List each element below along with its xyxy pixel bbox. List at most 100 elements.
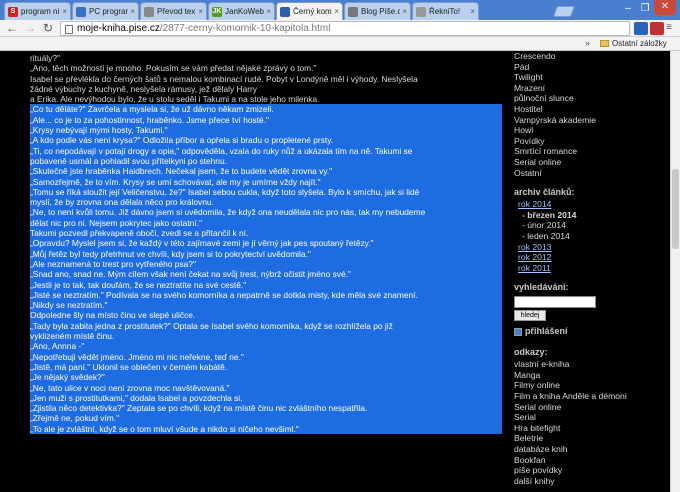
browser-tab[interactable]: ŘekniTo! × xyxy=(412,2,479,20)
story-line-selected: Takumi pozvedl překvapeně obočí, zvedl s… xyxy=(30,228,502,239)
url-path: /2877-cerny-komornik-10-kapitola.html xyxy=(159,23,331,34)
sidebar: Crescendo Pád Twilight Mrazení půlnoční slun… xyxy=(514,51,664,486)
search-input[interactable] xyxy=(514,296,596,309)
story-line-selected: „Snad ano, snad ne. Mým cílem však není … xyxy=(30,269,502,280)
external-link[interactable]: Serial xyxy=(514,412,664,423)
search-button[interactable]: hledej xyxy=(514,310,546,322)
search-heading: vyhledávání: xyxy=(514,282,569,293)
story-line-selected: „Nikdy se neztratím." xyxy=(30,300,502,311)
external-link[interactable]: vlastní e-kniha xyxy=(514,359,664,370)
tab-title: PC program xyxy=(89,7,129,16)
external-link[interactable]: Film a kniha Anděle a démoni xyxy=(514,391,664,402)
tab-close-icon[interactable]: × xyxy=(198,7,203,16)
external-link[interactable]: píše povídky xyxy=(514,465,664,476)
category-link[interactable]: Vampýrská akademie xyxy=(514,115,664,126)
story-line-selected: „Skutečně jste hraběnka Haidbrech. Neček… xyxy=(30,166,502,177)
category-link[interactable]: Hostitel xyxy=(514,104,664,115)
external-link[interactable]: další knihy xyxy=(514,476,664,487)
category-link[interactable]: půlnoční slunce xyxy=(514,93,664,104)
tab-favicon-icon xyxy=(76,6,86,17)
story-line-selected: „Jistě, má paní." Uklonil se oblečen v č… xyxy=(30,361,502,373)
category-link[interactable]: Mrazení xyxy=(514,83,664,94)
category-link[interactable]: Serial online xyxy=(514,157,664,168)
tab-strip: – ❐ ✕ Sprogram ni × PC program × Převod tex ×… xyxy=(0,0,680,20)
story-line: a Erika. Ale nevýhodou bylo, že u stolu … xyxy=(30,94,320,105)
story-line-selected: „Ti, co nepodávají v potají drogy a opia… xyxy=(30,145,502,156)
back-button[interactable]: ← xyxy=(4,21,20,36)
reload-button[interactable]: ↻ xyxy=(40,21,56,36)
close-window-button[interactable]: ✕ xyxy=(654,0,676,15)
external-link[interactable]: databáze knih xyxy=(514,444,664,455)
bookmarks-overflow[interactable]: » xyxy=(585,38,590,48)
new-tab-button[interactable] xyxy=(552,6,576,17)
story-line-selected: „Jen muži s prostitutkami," dodala Isabe… xyxy=(30,392,502,404)
archive-link[interactable]: - leden 2014 xyxy=(514,231,664,242)
story-line-selected: „A kdo podle vás není krysa?" Odložila p… xyxy=(30,135,502,146)
browser-tab[interactable]: JK JanKoWeb × xyxy=(208,2,275,20)
tab-close-icon[interactable]: × xyxy=(62,7,67,16)
archive-link[interactable]: rok 2013 xyxy=(514,242,664,253)
category-link[interactable]: Howl xyxy=(514,125,664,136)
category-link[interactable]: Crescendo xyxy=(514,51,664,62)
browser-tab[interactable]: Blog Píše.c × xyxy=(344,2,411,20)
login-link[interactable]: přihlášení xyxy=(514,325,664,338)
other-bookmarks-folder[interactable]: Ostatní záložky xyxy=(600,39,667,48)
story-line-selected: „Je nějaký svědek?" xyxy=(30,372,502,383)
browser-tab[interactable]: Převod tex × xyxy=(140,2,207,20)
archive-link[interactable]: rok 2012 xyxy=(514,252,664,263)
tab-title: program ni xyxy=(21,7,60,16)
tab-close-icon[interactable]: × xyxy=(266,7,271,16)
maximize-button[interactable]: ❐ xyxy=(637,2,653,16)
scrollbar-thumb[interactable] xyxy=(672,169,679,249)
external-link[interactable]: Hra bitefight xyxy=(514,423,664,434)
extension-badge-icon[interactable] xyxy=(650,22,664,35)
story-line-selected: „Jestli je to tak, tak doufám, že se nez… xyxy=(30,279,502,290)
story-line-selected: „Krysy nebývají mými hosty, Takumi." xyxy=(30,125,502,136)
category-link[interactable]: Povídky xyxy=(514,136,664,147)
toolbar: ← → ↻ moje-kniha.pise.cz/2877-cerny-komo… xyxy=(0,20,680,37)
story-line-selected: myslí, že by zrovna ona dělala něco pro … xyxy=(30,197,502,208)
category-link[interactable]: Ostatní xyxy=(514,168,664,179)
page-content: rituály?" „Ano, těch možností je mnoho. P… xyxy=(0,51,680,492)
tab-title: ŘekniTo! xyxy=(429,7,461,16)
tab-close-icon[interactable]: × xyxy=(470,7,475,16)
archive-link[interactable]: - únor 2014 xyxy=(514,220,664,231)
menu-icon[interactable]: ≡ xyxy=(666,22,672,33)
story-line-selected: pobaveně usmál a pohladil svou přítelkyn… xyxy=(30,155,502,167)
story-line: Isabel se převlékla do černých šatů s ne… xyxy=(30,73,418,84)
tab-close-icon[interactable]: × xyxy=(130,7,135,16)
browser-tab[interactable]: PC program × xyxy=(72,2,139,20)
forward-button[interactable]: → xyxy=(22,21,38,36)
tab-title: Blog Píše.c xyxy=(361,7,401,16)
browser-tab[interactable]: Černý kom × xyxy=(276,2,343,20)
tab-close-icon[interactable]: × xyxy=(402,7,407,16)
story-line-selected: Odpoledne šly na místo činu ve slepé uli… xyxy=(30,310,502,321)
browser-tab[interactable]: Sprogram ni × xyxy=(4,2,71,20)
links-heading: odkazy: xyxy=(514,347,548,358)
category-link[interactable]: Pád xyxy=(514,62,664,73)
url-host: moje-kniha.pise.cz xyxy=(77,23,160,34)
external-link[interactable]: Filmy online xyxy=(514,380,664,391)
tab-favicon-icon xyxy=(416,6,426,17)
category-link[interactable]: Smrtící romance xyxy=(514,146,664,157)
story-line-selected: „Ale... co je to za pohostinnost, hraběn… xyxy=(30,114,502,126)
category-link[interactable]: Twilight xyxy=(514,72,664,83)
external-link[interactable]: Bookfan xyxy=(514,455,664,466)
archive-link[interactable]: - březen 2014 xyxy=(514,210,664,221)
tab-close-icon[interactable]: × xyxy=(334,7,339,16)
external-link[interactable]: Serial online xyxy=(514,402,664,413)
minimize-button[interactable]: – xyxy=(620,2,636,16)
tab-title: Převod tex xyxy=(157,7,196,16)
tab-title: Černý kom xyxy=(293,7,332,16)
story-line-selected: dělat nic pro ni. Nejsem pokrytec jako o… xyxy=(30,217,502,229)
extension-icon[interactable] xyxy=(634,22,648,35)
story-line: rituály?" xyxy=(30,53,60,63)
story-line-selected: „Ne, to není kvůli tomu. Již dávno jsem … xyxy=(30,207,502,218)
external-link[interactable]: Beletrie xyxy=(514,433,664,444)
story-line-selected: „Můj řetěz byl tedy přetrhnut ve chvíli,… xyxy=(30,248,502,259)
archive-link[interactable]: rok 2014 xyxy=(514,199,664,210)
scrollbar[interactable] xyxy=(670,51,680,492)
archive-link[interactable]: rok 2011 xyxy=(514,263,664,274)
address-bar[interactable]: moje-kniha.pise.cz/2877-cerny-komornik-1… xyxy=(60,21,630,36)
external-link[interactable]: Manga xyxy=(514,370,664,381)
